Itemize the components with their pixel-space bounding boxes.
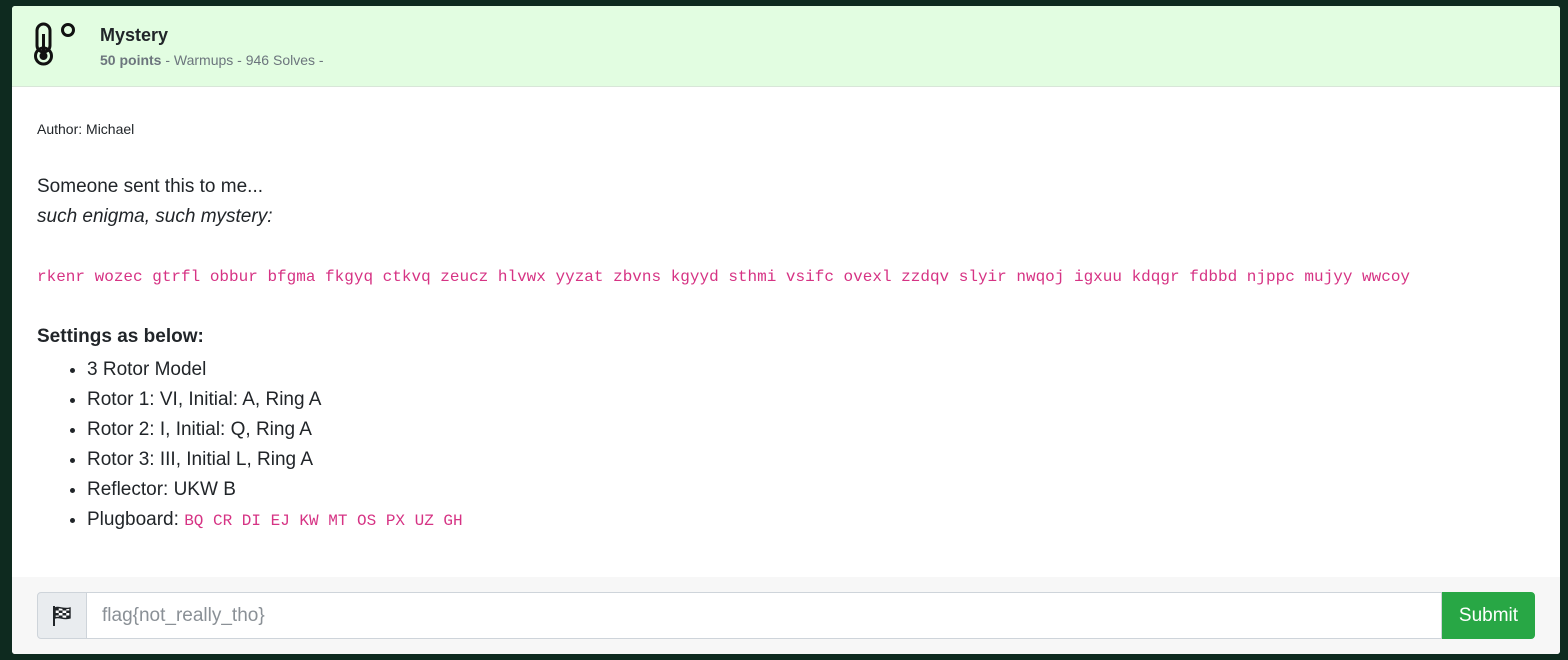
settings-heading: Settings as below:	[37, 326, 204, 347]
challenge-title: Mystery	[100, 25, 169, 45]
flag-submission-footer: Submit	[12, 577, 1560, 654]
challenge-points: 50 points	[100, 52, 162, 68]
plugboard-label: Plugboard:	[87, 509, 185, 530]
challenge-category-solves: - Warmups - 946 Solves -	[161, 52, 324, 68]
checkered-flag-icon	[53, 605, 71, 626]
ciphertext: rkenr wozec gtrfl obbur bfgma fkgyq ctkv…	[37, 268, 1411, 286]
settings-item: Reflector: UKW B	[87, 475, 463, 505]
settings-list: 3 Rotor Model Rotor 1: VI, Initial: A, R…	[37, 355, 463, 536]
flag-input-group: Submit	[37, 592, 1535, 639]
flag-input[interactable]	[87, 592, 1442, 639]
author-line: Author: Michael	[37, 121, 135, 137]
challenge-card: Mystery 50 points - Warmups - 946 Solves…	[12, 6, 1560, 654]
settings-item: Rotor 1: VI, Initial: A, Ring A	[87, 385, 463, 415]
submit-button[interactable]: Submit	[1442, 592, 1535, 639]
settings-item: 3 Rotor Model	[87, 355, 463, 385]
settings-item: Rotor 2: I, Initial: Q, Ring A	[87, 415, 463, 445]
thermometer-icon	[34, 22, 75, 66]
flag-addon	[37, 592, 87, 639]
settings-item-plugboard: Plugboard: BQ CR DI EJ KW MT OS PX UZ GH	[87, 505, 463, 536]
plugboard-value: BQ CR DI EJ KW MT OS PX UZ GH	[184, 512, 463, 530]
challenge-header: Mystery 50 points - Warmups - 946 Solves…	[12, 6, 1560, 87]
description-line-1: Someone sent this to me...	[37, 176, 264, 197]
settings-item: Rotor 3: III, Initial L, Ring A	[87, 445, 463, 475]
challenge-meta: 50 points - Warmups - 946 Solves -	[100, 51, 324, 69]
description-line-2: such enigma, such mystery:	[37, 206, 273, 227]
